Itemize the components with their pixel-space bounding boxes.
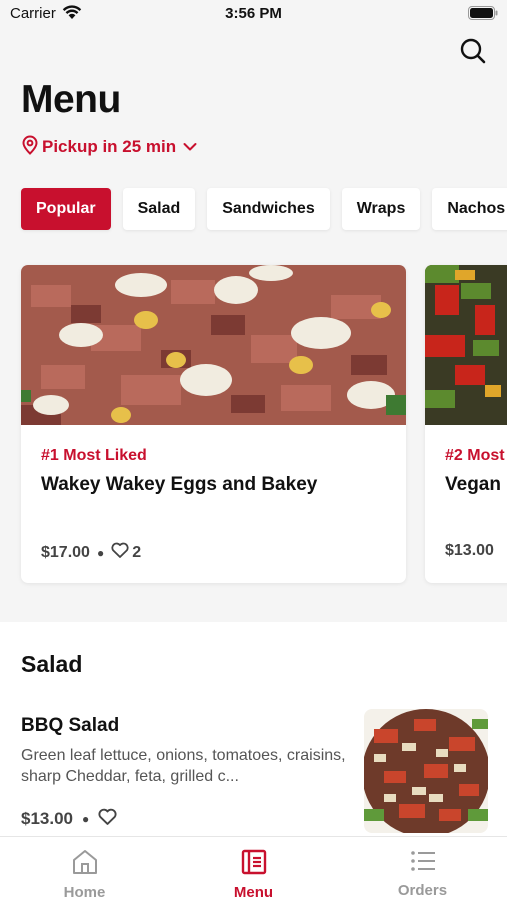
- tab-home[interactable]: Home: [0, 837, 169, 900]
- category-chip-wraps[interactable]: Wraps: [341, 188, 421, 230]
- location-pin-icon: [21, 134, 39, 160]
- card-meta: $17.00 ● 2: [41, 542, 141, 563]
- tab-home-label: Home: [63, 884, 106, 900]
- chevron-down-icon: [183, 137, 197, 157]
- category-scroller[interactable]: Popular Salad Sandwiches Wraps Nachos: [0, 180, 507, 240]
- popular-card[interactable]: #2 Most Liked Vegan $13.00: [425, 265, 507, 583]
- category-chip-popular[interactable]: Popular: [21, 188, 111, 230]
- page-title: Menu: [21, 78, 121, 121]
- search-button[interactable]: [456, 36, 490, 70]
- search-icon: [459, 37, 487, 70]
- like-count: 2: [132, 543, 142, 561]
- tab-orders-label: Orders: [397, 882, 448, 899]
- food-photo-eggs-bacon: [21, 265, 406, 425]
- section-title-salad: Salad: [21, 651, 83, 677]
- category-chip-sandwiches[interactable]: Sandwiches: [207, 188, 330, 230]
- bottom-tab-bar: Home Menu Orders: [0, 836, 507, 900]
- tab-menu[interactable]: Menu: [169, 837, 338, 900]
- card-rank-label: #2 Most Liked: [445, 447, 507, 464]
- popular-card[interactable]: #1 Most Liked Wakey Wakey Eggs and Bakey…: [21, 265, 406, 583]
- food-photo-bbq-salad: [364, 709, 488, 833]
- heart-icon: [111, 542, 129, 563]
- category-chip-nachos[interactable]: Nachos: [432, 188, 507, 230]
- pickup-label: Pickup in 25 min: [42, 137, 177, 156]
- battery-icon: [468, 6, 498, 24]
- card-meta: $13.00: [445, 542, 494, 560]
- status-time: 3:56 PM: [225, 5, 282, 22]
- menu-book-icon: [241, 849, 267, 879]
- home-icon: [71, 849, 99, 879]
- item-meta: $13.00 ●: [21, 808, 117, 830]
- popular-carousel[interactable]: #1 Most Liked Wakey Wakey Eggs and Bakey…: [0, 262, 507, 592]
- menu-item-bbq-salad[interactable]: BBQ Salad Green leaf lettuce, onions, to…: [0, 700, 507, 836]
- item-name: BBQ Salad: [21, 715, 120, 736]
- card-item-name: Vegan: [445, 474, 501, 495]
- list-icon: [409, 849, 437, 877]
- tab-orders[interactable]: Orders: [338, 837, 507, 900]
- like-control[interactable]: 2: [111, 542, 141, 563]
- separator-dot: ●: [82, 812, 90, 826]
- pickup-time-selector[interactable]: Pickup in 25 min: [21, 134, 197, 160]
- item-price: $13.00: [21, 809, 73, 828]
- category-chip-salad[interactable]: Salad: [122, 188, 196, 230]
- status-bar: Carrier 3:56 PM: [0, 0, 507, 28]
- tab-menu-label: Menu: [233, 884, 274, 900]
- heart-icon[interactable]: [98, 808, 117, 830]
- card-item-name: Wakey Wakey Eggs and Bakey: [41, 474, 318, 495]
- item-description: Green leaf lettuce, onions, tomatoes, cr…: [21, 747, 346, 785]
- card-price: $13.00: [445, 542, 494, 559]
- card-price: $17.00: [41, 543, 90, 561]
- card-rank-label: #1 Most Liked: [41, 447, 147, 464]
- food-photo-peppers: [425, 265, 507, 425]
- separator-dot: ●: [96, 545, 105, 560]
